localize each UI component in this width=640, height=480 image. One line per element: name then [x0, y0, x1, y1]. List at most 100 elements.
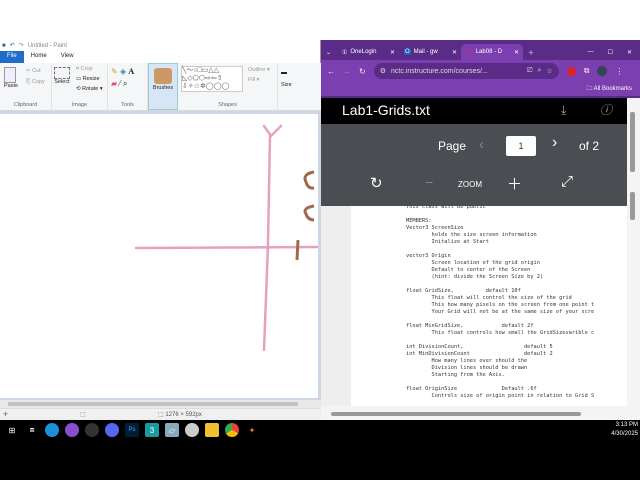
close-tab-icon[interactable]: ✕: [452, 49, 457, 56]
cut-button[interactable]: ✂ Cut: [26, 68, 41, 74]
pencil-icon[interactable]: ✎: [111, 67, 118, 76]
back-icon[interactable]: ←: [327, 67, 335, 76]
vertical-axis-stroke: [262, 132, 272, 352]
save-icon[interactable]: ■: [2, 43, 6, 49]
rotate-button[interactable]: ⟲ Rotate ▾: [76, 86, 103, 92]
selection-size-icon: ⬚: [80, 412, 86, 418]
clipboard-group: Paste ✂ Cut ⎘ Copy Clipboard: [0, 63, 52, 110]
download-icon[interactable]: ⤓: [561, 98, 566, 122]
ribbon-tabs: File Home View: [0, 51, 321, 63]
paste-button[interactable]: Paste: [4, 67, 18, 89]
time: 3:13 PM: [615, 422, 638, 428]
size-button[interactable]: Size: [278, 63, 292, 110]
resize-button[interactable]: ▭ Resize: [76, 76, 100, 82]
file-explorer-icon[interactable]: [205, 423, 219, 437]
tab-search-button[interactable]: ⌄: [321, 44, 337, 60]
minimize-icon[interactable]: —: [588, 49, 594, 55]
zoom-out-button[interactable]: −: [425, 174, 433, 190]
chrome-window: ⌄ ① OneLogin ✕ O Mail - gw ✕ ◯ Lab08 - D ✕ ＋ —…: [321, 40, 640, 420]
magnifier-icon[interactable]: ⌕: [123, 79, 127, 88]
tab-onelogin[interactable]: ① OneLogin ✕: [337, 44, 399, 60]
onelogin-icon: ①: [342, 49, 348, 56]
brown-mark: [295, 239, 300, 261]
image-group: Select ⌗ Crop ▭ Resize ⟲ Rotate ▾ Image: [52, 63, 108, 110]
drawing-canvas[interactable]: [0, 114, 320, 398]
ribbon: Paste ✂ Cut ⎘ Copy Clipboard Select ⌗ Cr…: [0, 63, 321, 111]
tools-group: ✎ ◈ A ▰ ⁄ ⌕ Tools: [108, 63, 148, 110]
star-icon[interactable]: ☆: [546, 67, 552, 75]
paint-window: ■ ↶ ↷ Untitled - Paint File Home View Pa…: [0, 40, 321, 420]
previous-page-button[interactable]: ‹: [479, 136, 484, 153]
notepad-icon[interactable]: ▱: [165, 423, 179, 437]
obs-icon[interactable]: [85, 423, 99, 437]
fullscreen-button[interactable]: ⤢: [561, 173, 573, 190]
github-icon[interactable]: [65, 423, 79, 437]
zoom-in-button[interactable]: ＋: [507, 173, 522, 194]
vertical-scrollbar[interactable]: [627, 98, 640, 420]
install-icon[interactable]: ⎚: [527, 67, 533, 75]
tab-mail[interactable]: O Mail - gw ✕: [399, 44, 461, 60]
next-page-button[interactable]: ›: [552, 134, 557, 152]
document-toolbar: Page ‹ 1 › of 2 ↻ − ZOOM ＋ ⤢: [321, 124, 627, 206]
blender-icon[interactable]: ✦: [245, 423, 259, 437]
brushes-button[interactable]: Brushes: [148, 63, 178, 110]
menu-icon[interactable]: ⋮: [615, 67, 623, 76]
taskbar: ⊞ ⧈ Ps 3 ▱ ✦: [0, 420, 640, 440]
status-bar: ✛ ⬚ ⬚ 1276 × 592px: [0, 408, 321, 420]
copy-button[interactable]: ⎘ Copy: [26, 79, 45, 86]
tab-file[interactable]: File: [0, 51, 24, 63]
tab-home[interactable]: Home: [24, 51, 54, 63]
brown-mark: [303, 204, 315, 222]
task-view-icon[interactable]: ⧈: [25, 423, 39, 437]
document-text: This class will be public MEMBERS: Vecto…: [406, 206, 595, 399]
address-bar[interactable]: ⚙ nctc.instructure.com/courses/... ⎚ ⌕ ☆: [373, 63, 559, 79]
cursor-position-icon: ✛: [3, 412, 9, 418]
outline-button[interactable]: Outline ▾: [248, 67, 270, 73]
discord-icon[interactable]: [105, 423, 119, 437]
paint-icon[interactable]: [185, 423, 199, 437]
info-icon[interactable]: ⓘ: [600, 98, 612, 122]
brown-mark: [303, 170, 315, 190]
text-icon[interactable]: A: [128, 67, 134, 76]
crop-button[interactable]: ⌗ Crop: [76, 66, 93, 73]
horizontal-scrollbar[interactable]: [0, 400, 321, 408]
page-count: of 2: [579, 139, 600, 153]
close-tab-icon[interactable]: ✕: [514, 49, 519, 56]
extensions-icon[interactable]: ⧉: [584, 66, 590, 76]
reload-icon[interactable]: ↻: [359, 67, 366, 76]
close-icon[interactable]: ✕: [627, 49, 632, 56]
chrome-icon[interactable]: [225, 423, 239, 437]
toolbar: ← → ↻ ⚙ nctc.instructure.com/courses/...…: [321, 60, 640, 82]
zoom-icon[interactable]: ⌕: [538, 67, 542, 75]
tab-lab08[interactable]: ◯ Lab08 - D ✕: [461, 44, 523, 60]
tools-label: Tools: [121, 102, 134, 108]
undo-icon[interactable]: ↶: [10, 42, 15, 49]
window-title: Untitled - Paint: [27, 42, 68, 49]
shapes-gallery[interactable]: ╲〜○□▭△△ ◺◇⬠⬡⇨⇦⇧ ⇩✧☆✲◯◯◯: [181, 66, 243, 92]
profile-avatar[interactable]: [597, 66, 608, 76]
adblock-icon[interactable]: [566, 66, 576, 76]
site-info-icon[interactable]: ⚙: [380, 67, 386, 75]
new-tab-button[interactable]: ＋: [523, 44, 541, 60]
edge-icon[interactable]: [45, 423, 59, 437]
shapes-label: Shapes: [218, 102, 237, 108]
rotate-button[interactable]: ↻: [370, 174, 383, 192]
tab-view[interactable]: View: [54, 51, 81, 63]
select-button[interactable]: Select: [54, 67, 70, 85]
maximize-icon[interactable]: ☐: [608, 49, 613, 56]
forward-icon[interactable]: →: [343, 67, 351, 76]
clock[interactable]: 3:13 PM 4/30/2025: [590, 421, 638, 439]
document-horizontal-scrollbar[interactable]: [321, 406, 627, 420]
start-icon[interactable]: ⊞: [5, 423, 19, 437]
app-3-icon[interactable]: 3: [145, 423, 159, 437]
page-number-input[interactable]: 1: [506, 136, 536, 156]
eraser-icon[interactable]: ▰: [111, 79, 117, 88]
close-tab-icon[interactable]: ✕: [390, 49, 395, 56]
color-picker-icon[interactable]: ⁄: [119, 79, 120, 88]
shapes-group: ╲〜○□▭△△ ◺◇⬠⬡⇨⇦⇧ ⇩✧☆✲◯◯◯ Outline ▾ Fill ▾ S…: [178, 63, 278, 110]
redo-icon[interactable]: ↷: [19, 42, 24, 49]
photoshop-icon[interactable]: Ps: [125, 423, 139, 437]
fill-button[interactable]: Fill ▾: [248, 77, 259, 83]
fill-icon[interactable]: ◈: [120, 67, 126, 76]
all-bookmarks-button[interactable]: 🗀 All Bookmarks: [586, 86, 632, 92]
